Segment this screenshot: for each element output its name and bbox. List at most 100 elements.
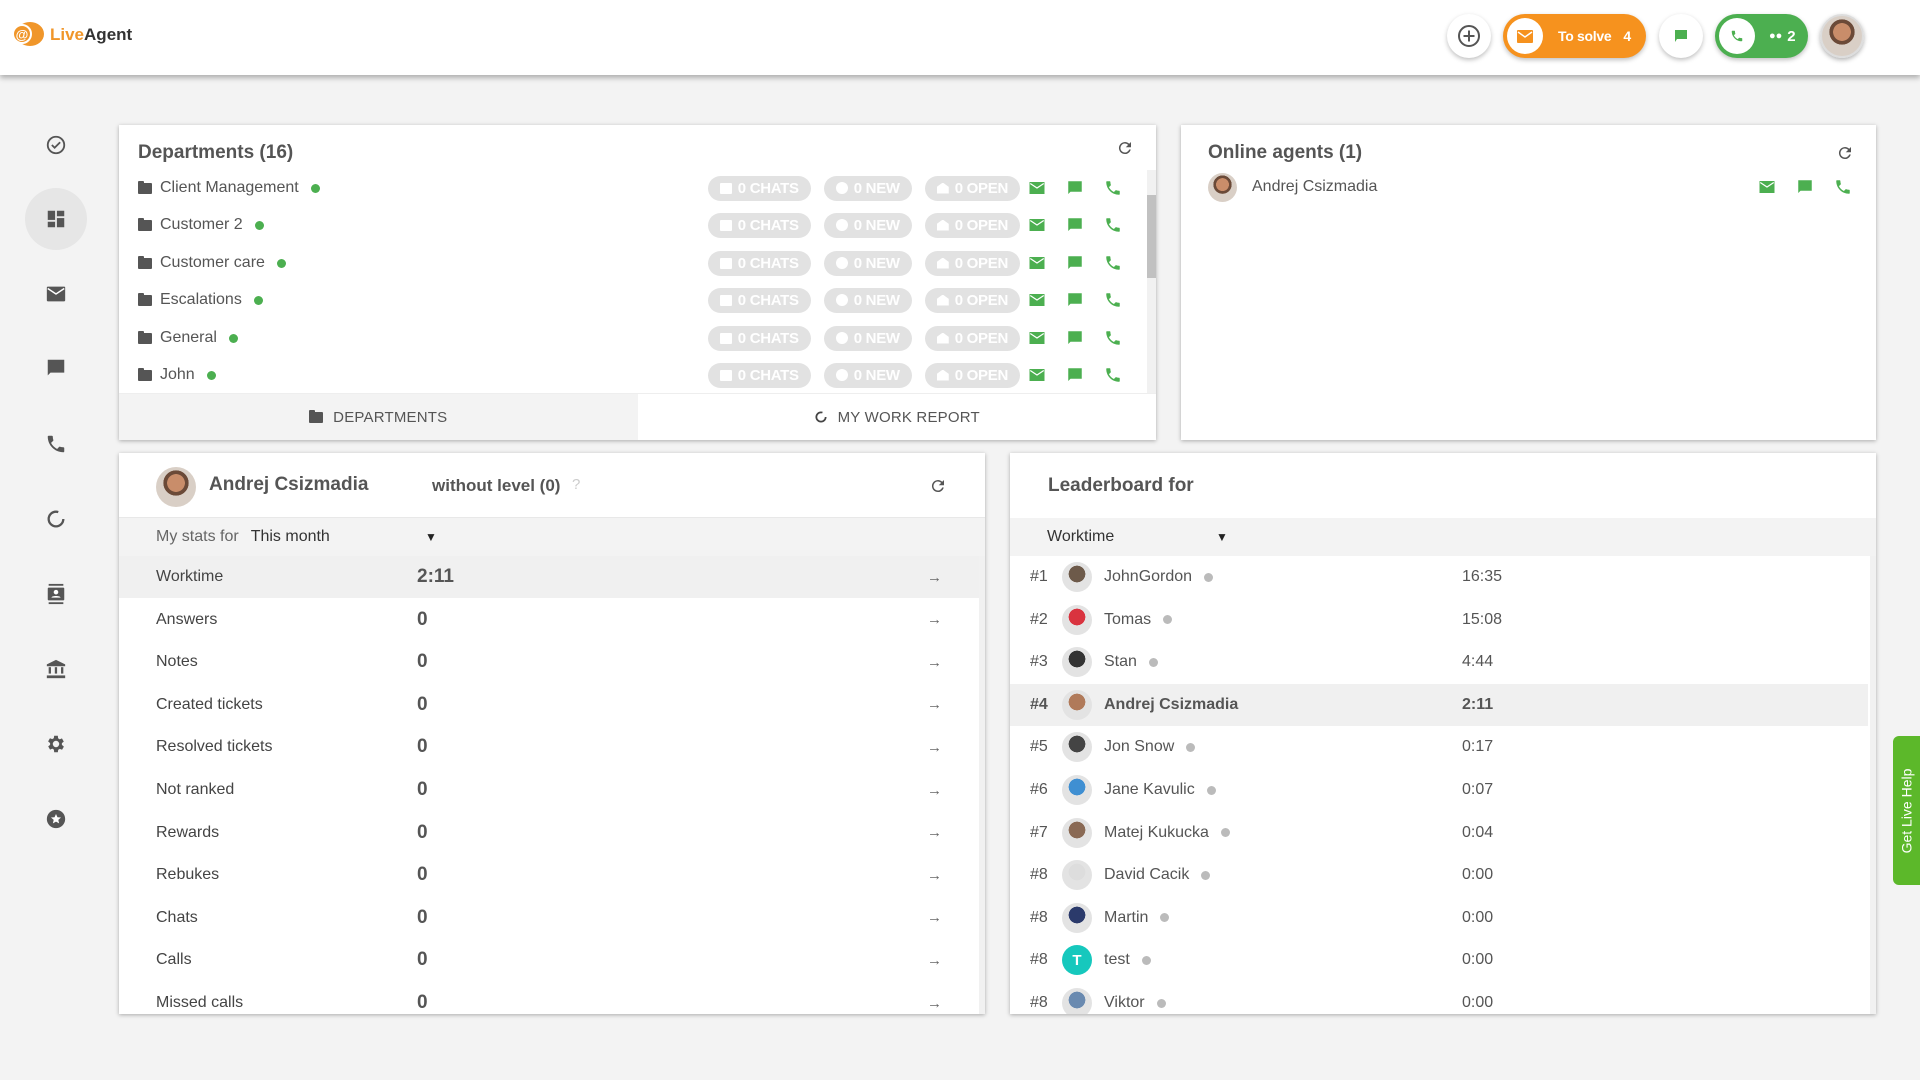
email-department-button[interactable]: [1028, 330, 1046, 346]
sidebar-item-chats[interactable]: [25, 337, 87, 399]
period-select[interactable]: This month: [251, 528, 330, 546]
chat-department-button[interactable]: [1066, 292, 1084, 308]
refresh-icon[interactable]: [1836, 144, 1854, 162]
call-status-button[interactable]: ●● 2: [1715, 14, 1808, 58]
department-row[interactable]: Escalations 0 CHATS 0 NEW 0 OPEN: [138, 285, 1132, 315]
email-department-button[interactable]: [1028, 180, 1046, 196]
email-department-button[interactable]: [1028, 217, 1046, 233]
stat-row[interactable]: Calls 0 →: [119, 939, 985, 981]
sidebar-item-plugins[interactable]: [25, 788, 87, 850]
call-department-button[interactable]: [1104, 367, 1122, 383]
sidebar-item-tickets[interactable]: [25, 263, 87, 325]
leaderboard-scrollbar[interactable]: [1870, 556, 1876, 1014]
chat-department-button[interactable]: [1066, 217, 1084, 233]
chat-department-button[interactable]: [1066, 367, 1084, 383]
sidebar-item-tasks[interactable]: [25, 114, 87, 176]
leaderboard-row[interactable]: #8 David Cacik 0:00: [1010, 854, 1868, 896]
chat-status-button[interactable]: [1659, 14, 1703, 58]
open-count-badge[interactable]: 0 OPEN: [924, 362, 1020, 388]
email-agent-button[interactable]: [1758, 179, 1776, 195]
chats-count-badge[interactable]: 0 CHATS: [707, 325, 811, 351]
email-department-button[interactable]: [1028, 255, 1046, 271]
leaderboard-row[interactable]: #2 Tomas 15:08: [1010, 599, 1868, 641]
stat-row[interactable]: Chats 0 →: [119, 897, 985, 939]
departments-scrollbar[interactable]: [1147, 170, 1156, 393]
stat-row[interactable]: Rewards 0 →: [119, 812, 985, 854]
new-count-badge[interactable]: 0 NEW: [823, 175, 912, 201]
stat-row[interactable]: Answers 0 →: [119, 599, 985, 641]
sidebar-item-reports[interactable]: [25, 488, 87, 550]
call-department-button[interactable]: [1104, 180, 1122, 196]
leaderboard-row[interactable]: #3 Stan 4:44: [1010, 641, 1868, 683]
metric-select[interactable]: Worktime: [1047, 528, 1114, 546]
add-button[interactable]: [1447, 14, 1491, 58]
chat-department-button[interactable]: [1066, 180, 1084, 196]
new-count-badge[interactable]: 0 NEW: [823, 287, 912, 313]
arrow-right-icon[interactable]: →: [927, 569, 942, 586]
leaderboard-row[interactable]: #4 Andrej Csizmadia 2:11: [1010, 683, 1868, 726]
sidebar-item-contacts[interactable]: [25, 563, 87, 625]
online-agent-row[interactable]: Andrej Csizmadia: [1208, 172, 1852, 202]
chats-count-badge[interactable]: 0 CHATS: [707, 175, 811, 201]
stats-scrollbar[interactable]: [979, 556, 985, 1014]
arrow-right-icon[interactable]: →: [927, 824, 942, 841]
department-row[interactable]: Client Management 0 CHATS 0 NEW 0 OPEN: [138, 173, 1132, 203]
arrow-right-icon[interactable]: →: [927, 995, 942, 1012]
chats-count-badge[interactable]: 0 CHATS: [707, 362, 811, 388]
get-live-help-button[interactable]: Get Live Help: [1893, 736, 1920, 885]
department-row[interactable]: Customer 2 0 CHATS 0 NEW 0 OPEN: [138, 210, 1132, 240]
arrow-right-icon[interactable]: →: [927, 739, 942, 756]
refresh-icon[interactable]: [1116, 139, 1134, 157]
department-row[interactable]: John 0 CHATS 0 NEW 0 OPEN: [138, 360, 1132, 390]
call-department-button[interactable]: [1104, 330, 1122, 346]
leaderboard-row[interactable]: #8 Viktor 0:00: [1010, 982, 1868, 1014]
stat-row[interactable]: Notes 0 →: [119, 641, 985, 683]
sidebar-item-knowledgebase[interactable]: [25, 638, 87, 700]
open-count-badge[interactable]: 0 OPEN: [924, 212, 1020, 238]
leaderboard-row[interactable]: #1 JohnGordon 16:35: [1010, 556, 1868, 598]
sidebar-item-configuration[interactable]: [25, 713, 87, 775]
to-solve-button[interactable]: To solve 4: [1503, 14, 1646, 58]
leaderboard-row[interactable]: #7 Matej Kukucka 0:04: [1010, 812, 1868, 854]
department-row[interactable]: Customer care 0 CHATS 0 NEW 0 OPEN: [138, 248, 1132, 278]
new-count-badge[interactable]: 0 NEW: [823, 250, 912, 276]
email-department-button[interactable]: [1028, 367, 1046, 383]
open-count-badge[interactable]: 0 OPEN: [924, 250, 1020, 276]
leaderboard-row[interactable]: #8 Martin 0:00: [1010, 897, 1868, 939]
arrow-right-icon[interactable]: →: [927, 611, 942, 628]
chat-agent-button[interactable]: [1796, 179, 1814, 195]
open-count-badge[interactable]: 0 OPEN: [924, 287, 1020, 313]
dropdown-arrow-icon[interactable]: ▼: [1216, 530, 1228, 544]
sidebar-item-calls[interactable]: [25, 413, 87, 475]
call-department-button[interactable]: [1104, 255, 1122, 271]
new-count-badge[interactable]: 0 NEW: [823, 362, 912, 388]
stat-row[interactable]: Resolved tickets 0 →: [119, 726, 985, 768]
sidebar-item-dashboard[interactable]: [25, 188, 87, 250]
stat-row[interactable]: Rebukes 0 →: [119, 854, 985, 896]
tab-my-work-report[interactable]: MY WORK REPORT: [637, 394, 1156, 440]
leaderboard-row[interactable]: #6 Jane Kavulic 0:07: [1010, 769, 1868, 811]
level-help-icon[interactable]: ?: [572, 476, 580, 493]
dropdown-arrow-icon[interactable]: ▼: [425, 530, 437, 544]
chat-department-button[interactable]: [1066, 255, 1084, 271]
open-count-badge[interactable]: 0 OPEN: [924, 175, 1020, 201]
arrow-right-icon[interactable]: →: [927, 867, 942, 884]
call-agent-button[interactable]: [1834, 179, 1852, 195]
stat-row[interactable]: Worktime 2:11 →: [119, 556, 985, 598]
call-department-button[interactable]: [1104, 217, 1122, 233]
liveagent-logo[interactable]: @ LiveAgent: [12, 20, 132, 50]
stat-row[interactable]: Missed calls 0 →: [119, 982, 985, 1014]
new-count-badge[interactable]: 0 NEW: [823, 212, 912, 238]
department-row[interactable]: General 0 CHATS 0 NEW 0 OPEN: [138, 323, 1132, 353]
call-department-button[interactable]: [1104, 292, 1122, 308]
scrollbar-thumb[interactable]: [1147, 195, 1156, 278]
new-count-badge[interactable]: 0 NEW: [823, 325, 912, 351]
open-count-badge[interactable]: 0 OPEN: [924, 325, 1020, 351]
leaderboard-row[interactable]: #5 Jon Snow 0:17: [1010, 726, 1868, 768]
arrow-right-icon[interactable]: →: [927, 952, 942, 969]
arrow-right-icon[interactable]: →: [927, 909, 942, 926]
refresh-icon[interactable]: [929, 477, 947, 495]
leaderboard-row[interactable]: #8 T test 0:00: [1010, 939, 1868, 981]
chat-department-button[interactable]: [1066, 330, 1084, 346]
chats-count-badge[interactable]: 0 CHATS: [707, 287, 811, 313]
